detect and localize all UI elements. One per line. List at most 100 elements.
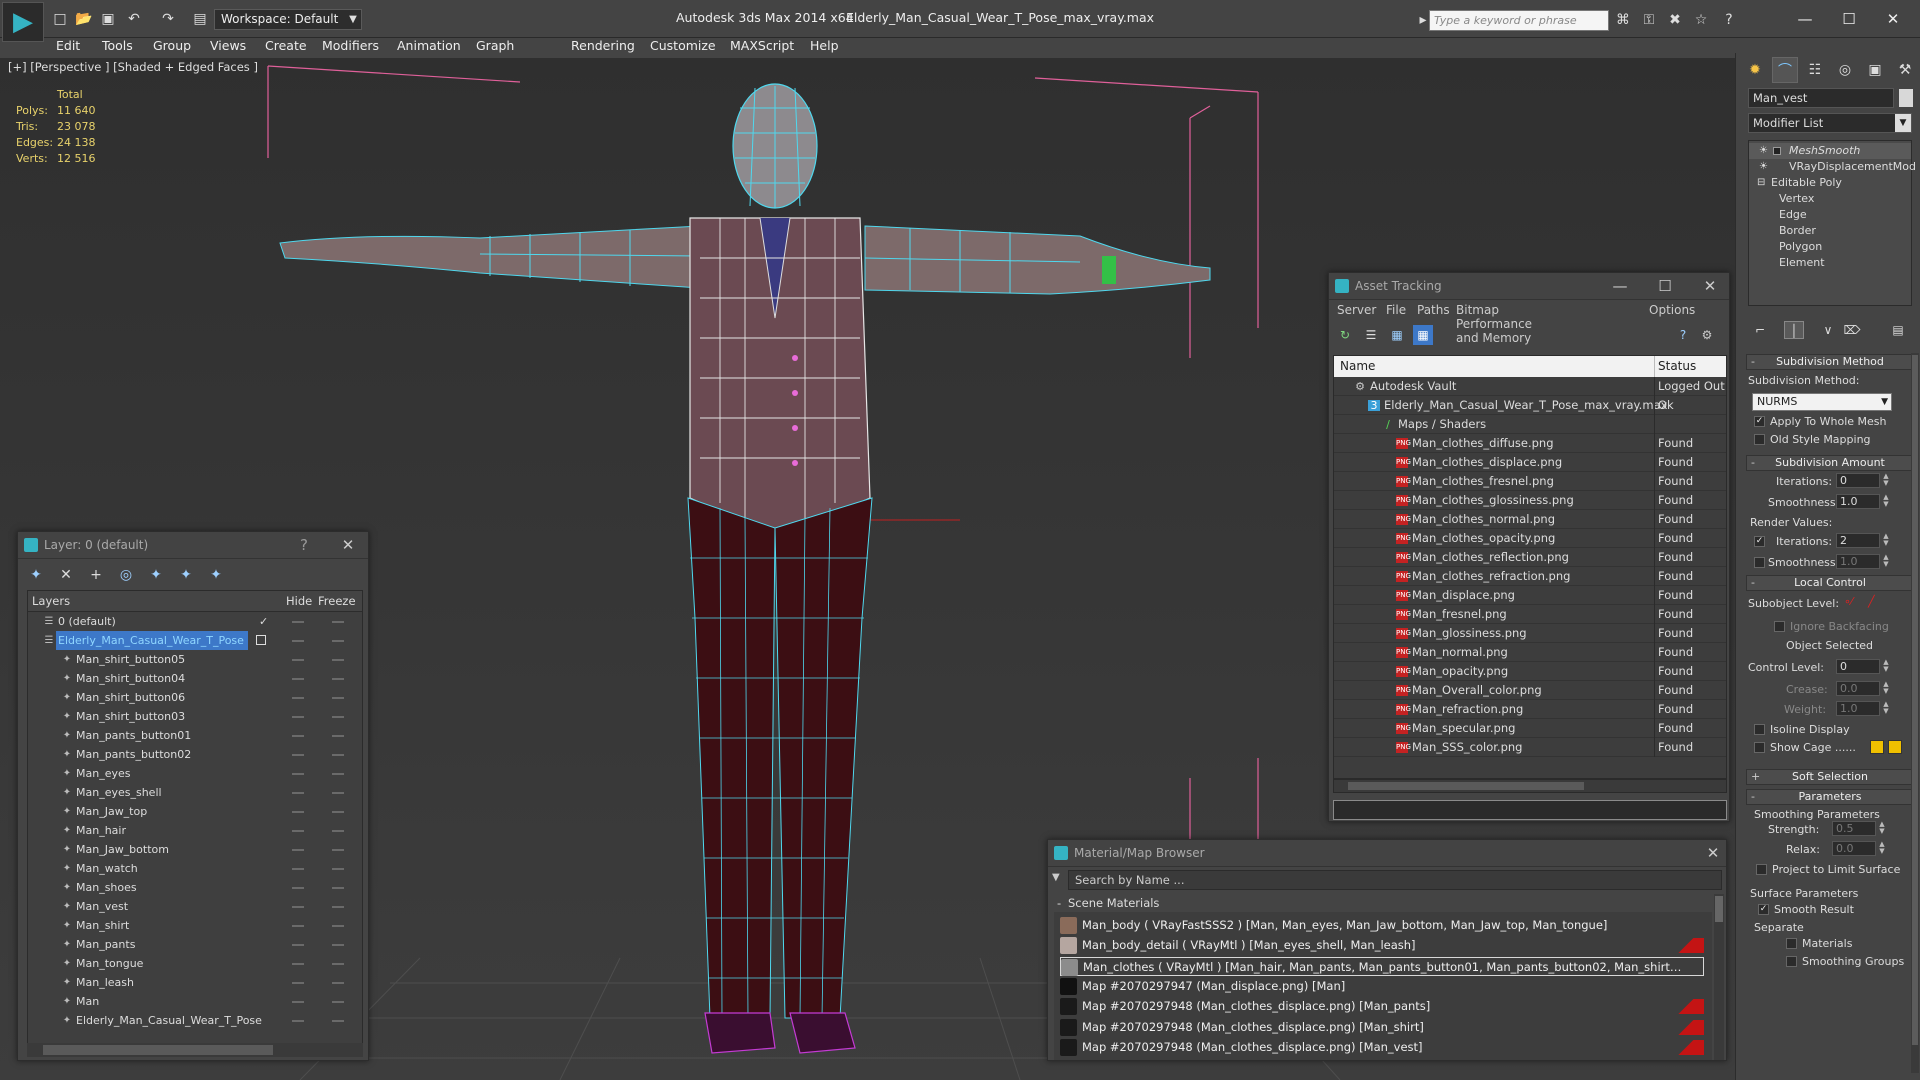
- layer-row[interactable]: ✦ Man: [28, 992, 362, 1011]
- render-iterations-checkbox[interactable]: ✓: [1754, 536, 1765, 547]
- list-view-icon[interactable]: ☰: [1361, 325, 1381, 345]
- rollout-soft-selection[interactable]: + Soft Selection: [1746, 769, 1914, 785]
- column-status[interactable]: Status: [1658, 356, 1696, 377]
- modify-tab-icon[interactable]: ⌒: [1772, 57, 1798, 83]
- stack-item[interactable]: Edge: [1749, 207, 1911, 223]
- help-icon[interactable]: ?: [1718, 9, 1740, 31]
- help-icon[interactable]: ?: [1673, 325, 1693, 345]
- freeze-toggle[interactable]: [332, 1020, 344, 1022]
- materials-checkbox[interactable]: [1786, 938, 1797, 949]
- layer-row[interactable]: ✦ Elderly_Man_Casual_Wear_T_Pose: [28, 1011, 362, 1030]
- rollout-parameters[interactable]: - Parameters: [1746, 789, 1914, 805]
- hide-toggle[interactable]: [292, 659, 304, 661]
- material-row[interactable]: Man_body_detail ( VRayMtl ) [Man_eyes_sh…: [1060, 936, 1704, 955]
- strength-spinner[interactable]: 0.5: [1832, 821, 1876, 836]
- close-button[interactable]: ✕: [1870, 4, 1916, 34]
- render-smoothness-spinner[interactable]: 1.0: [1836, 554, 1880, 569]
- object-color-swatch[interactable]: [1899, 89, 1913, 107]
- layer-row[interactable]: ✦ Man_shoes: [28, 878, 362, 897]
- smoothness-spinner[interactable]: 1.0: [1836, 494, 1880, 509]
- layer-row[interactable]: ☰ 0 (default) ✓: [28, 612, 362, 631]
- hide-toggle[interactable]: [292, 849, 304, 851]
- freeze-toggle[interactable]: [332, 678, 344, 680]
- redo-icon[interactable]: ↷: [158, 9, 178, 29]
- layer-row[interactable]: ✦ Man_Jaw_bottom: [28, 840, 362, 859]
- hide-toggle[interactable]: [292, 1020, 304, 1022]
- vertical-scrollbar[interactable]: [1714, 894, 1724, 1060]
- layer-row[interactable]: ✦ Man_shirt_button06: [28, 688, 362, 707]
- freeze-toggle[interactable]: [332, 944, 344, 946]
- column-name[interactable]: Name: [1340, 356, 1375, 377]
- material-row[interactable]: Man_clothes ( VRayMtl ) [Man_hair, Man_p…: [1060, 956, 1704, 976]
- layer-name[interactable]: Man_leash: [74, 973, 138, 992]
- configure-sets-icon[interactable]: ▤: [1888, 321, 1908, 339]
- key-icon[interactable]: ⚿: [1638, 9, 1660, 31]
- layer-name[interactable]: Man_shoes: [74, 878, 141, 897]
- horizontal-scrollbar[interactable]: [1333, 779, 1727, 793]
- material-row[interactable]: Map #2070297948 (Man_clothes_displace.pn…: [1060, 1018, 1704, 1037]
- layer-name[interactable]: Man: [74, 992, 103, 1011]
- collapse-icon[interactable]: -: [1057, 894, 1061, 912]
- highlight-selected-icon[interactable]: ✦: [146, 564, 166, 586]
- stack-item[interactable]: Vertex: [1749, 191, 1911, 207]
- undo-icon[interactable]: ↶: [124, 9, 144, 29]
- layer-panel-title[interactable]: Layer: 0 (default): [18, 532, 368, 559]
- layer-name[interactable]: Man_watch: [74, 859, 142, 878]
- asset-row[interactable]: ∕ Maps / Shaders: [1334, 415, 1726, 434]
- hide-toggle[interactable]: [292, 887, 304, 889]
- viewport-label[interactable]: [+] [Perspective ] [Shaded + Edged Faces…: [8, 60, 258, 74]
- asset-row[interactable]: PNG Man_SSS_color.png Found: [1334, 738, 1726, 757]
- layer-name[interactable]: Man_Jaw_bottom: [74, 840, 173, 859]
- lightbulb-icon[interactable]: ☀: [1759, 143, 1768, 159]
- freeze-toggle[interactable]: [332, 868, 344, 870]
- close-icon[interactable]: ✕: [1700, 276, 1720, 296]
- asset-row[interactable]: PNG Man_specular.png Found: [1334, 719, 1726, 738]
- spinner-arrows-icon[interactable]: ▲ ▼: [1882, 533, 1890, 548]
- freeze-toggle[interactable]: [332, 621, 344, 623]
- rollout-subdivision-method[interactable]: - Subdivision Method: [1746, 354, 1914, 370]
- asset-row[interactable]: PNG Man_opacity.png Found: [1334, 662, 1726, 681]
- spinner-arrows-icon[interactable]: ▲ ▼: [1882, 659, 1890, 674]
- hide-toggle[interactable]: [292, 925, 304, 927]
- show-cage-checkbox[interactable]: [1754, 742, 1765, 753]
- hide-toggle[interactable]: [292, 735, 304, 737]
- minimize-icon[interactable]: —: [1610, 276, 1630, 296]
- workspace-dropdown[interactable]: Workspace: Default: [214, 9, 362, 30]
- layer-name[interactable]: Man_vest: [74, 897, 132, 916]
- maximize-icon[interactable]: ☐: [1655, 276, 1675, 296]
- asset-menu-options[interactable]: Options: [1649, 303, 1695, 317]
- menu-views[interactable]: Views: [210, 35, 246, 57]
- hide-toggle[interactable]: [292, 621, 304, 623]
- select-objects-icon[interactable]: ◎: [116, 564, 136, 586]
- layer-row[interactable]: ✦ Man_pants: [28, 935, 362, 954]
- hide-toggle[interactable]: [292, 716, 304, 718]
- menu-tools[interactable]: Tools: [102, 35, 133, 57]
- layer-name[interactable]: Man_shirt: [74, 916, 133, 935]
- vertex-subobject-icon[interactable]: ∘⁄: [1844, 595, 1853, 608]
- freeze-toggle[interactable]: [332, 925, 344, 927]
- utilities-tab-icon[interactable]: ⚒: [1892, 57, 1918, 83]
- exchange-icon[interactable]: ✖: [1664, 9, 1686, 31]
- stack-item[interactable]: Border: [1749, 223, 1911, 239]
- motion-tab-icon[interactable]: ◎: [1832, 57, 1858, 83]
- spinner-arrows-icon[interactable]: ▲ ▼: [1882, 473, 1890, 488]
- set-current-icon[interactable]: [256, 635, 266, 645]
- material-row[interactable]: Map #2070297948 (Man_clothes_displace.pn…: [1060, 997, 1704, 1016]
- freeze-toggle[interactable]: [332, 697, 344, 699]
- layer-row[interactable]: ✦ Man_hair: [28, 821, 362, 840]
- layer-row[interactable]: ✦ Man_eyes_shell: [28, 783, 362, 802]
- rollout-subdivision-amount[interactable]: - Subdivision Amount: [1746, 455, 1914, 471]
- layer-name[interactable]: Man_eyes_shell: [74, 783, 166, 802]
- material-row[interactable]: Man_body ( VRayFastSSS2 ) [Man, Man_eyes…: [1060, 916, 1704, 935]
- layer-row[interactable]: ✦ Man_watch: [28, 859, 362, 878]
- asset-row[interactable]: PNG Man_normal.png Found: [1334, 643, 1726, 662]
- smooth-result-checkbox[interactable]: ✓: [1758, 904, 1769, 915]
- column-layers[interactable]: Layers: [32, 591, 70, 612]
- chevron-down-icon[interactable]: ▼: [344, 9, 362, 30]
- layer-name[interactable]: Man_eyes: [74, 764, 134, 783]
- hide-all-icon[interactable]: ✦: [176, 564, 196, 586]
- horizontal-scrollbar[interactable]: [27, 1043, 363, 1057]
- layer-name[interactable]: Man_Jaw_top: [74, 802, 151, 821]
- current-layer-icon[interactable]: ✓: [259, 612, 268, 631]
- hide-toggle[interactable]: [292, 754, 304, 756]
